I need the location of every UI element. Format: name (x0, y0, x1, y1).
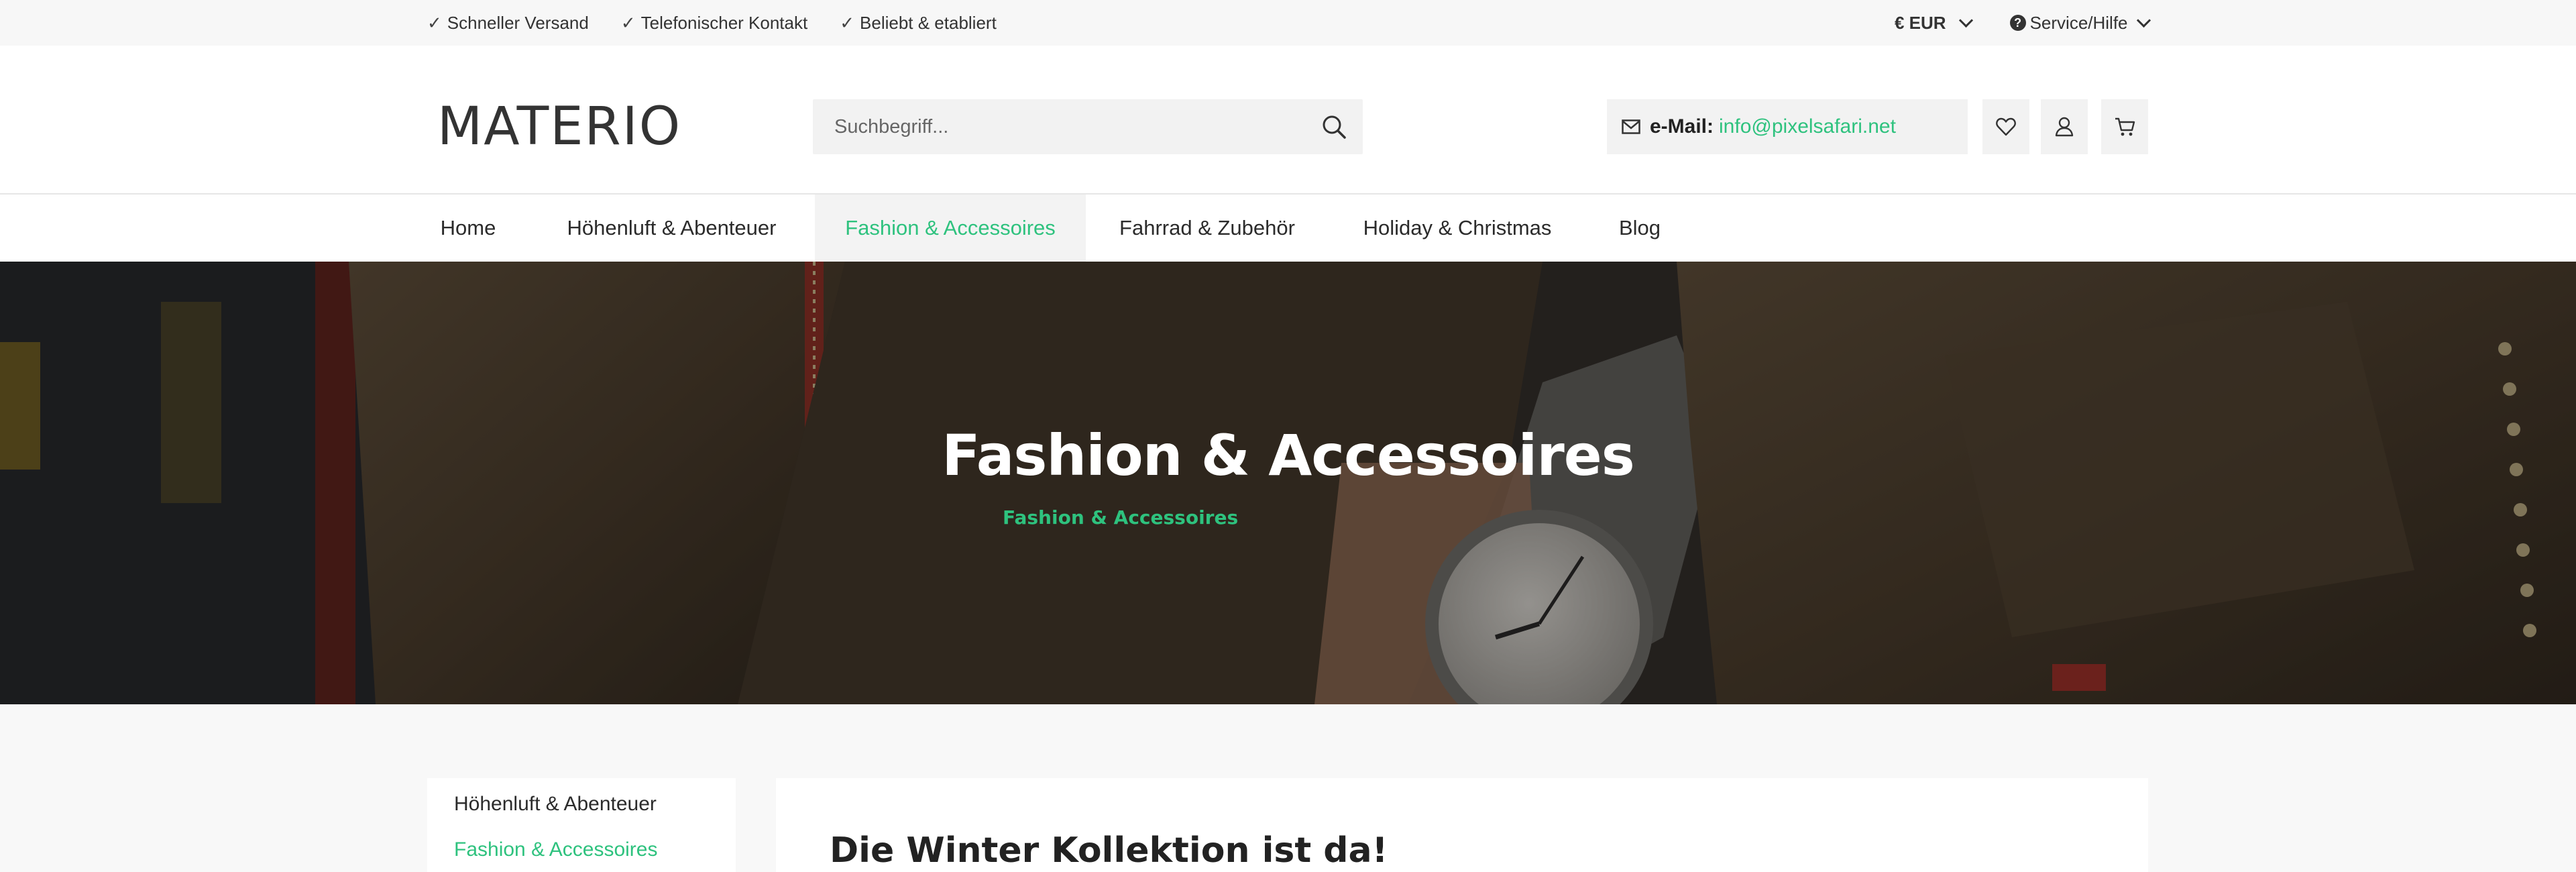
nav-item-hoehenluft[interactable]: Höhenluft & Abenteuer (543, 195, 801, 262)
email-contact[interactable]: e-Mail: info@pixelsafari.net (1607, 99, 1968, 154)
usp-item: ✓ Beliebt & etabliert (840, 13, 997, 34)
nav-item-fashion[interactable]: Fashion & Accessoires (815, 195, 1086, 262)
usp-label: Telefonischer Kontakt (640, 12, 808, 33)
usp-item: ✓ Schneller Versand (427, 13, 589, 34)
usp-item: ✓ Telefonischer Kontakt (621, 13, 807, 34)
service-label: Service/Hilfe (2029, 12, 2128, 33)
heart-icon (1996, 117, 2016, 136)
top-bar: ✓ Schneller Versand ✓ Telefonischer Kont… (0, 0, 2576, 46)
email-label: e-Mail: (1650, 115, 1714, 138)
question-icon: ? (2009, 15, 2026, 31)
wishlist-button[interactable] (1982, 99, 2029, 154)
check-icon: ✓ (620, 12, 636, 33)
check-icon: ✓ (840, 12, 855, 33)
logo[interactable]: MATERIO (437, 97, 681, 157)
user-icon (2055, 117, 2074, 137)
chevron-down-icon (2136, 13, 2151, 28)
search-input[interactable] (813, 99, 1324, 154)
cart-icon (2115, 117, 2135, 136)
envelope-icon (1622, 119, 1640, 134)
usp-label: Schneller Versand (447, 12, 589, 33)
nav-item-holiday[interactable]: Holiday & Christmas (1340, 195, 1575, 262)
content-heading: Die Winter Kollektion ist da! (830, 830, 1388, 871)
sidebar-item-fashion[interactable]: Fashion & Accessoires (454, 838, 657, 861)
currency-label: € EUR (1895, 12, 1946, 33)
nav-item-fahrrad[interactable]: Fahrrad & Zubehör (1100, 195, 1314, 262)
usp-list: ✓ Schneller Versand ✓ Telefonischer Kont… (427, 0, 1029, 46)
cart-button[interactable] (2101, 99, 2148, 154)
nav-item-blog[interactable]: Blog (1596, 195, 1683, 262)
category-sidebar: Höhenluft & Abenteuer Fashion & Accessoi… (427, 778, 736, 872)
account-button[interactable] (2041, 99, 2088, 154)
currency-selector[interactable]: € EUR (1895, 12, 1973, 34)
breadcrumb[interactable]: Fashion & Accessoires (1003, 506, 1238, 529)
search-bar (813, 99, 1363, 154)
usp-label: Beliebt & etabliert (860, 12, 997, 33)
chevron-down-icon (1958, 13, 1973, 28)
hero-title: Fashion & Accessoires (942, 423, 1634, 488)
sidebar-item-hoehenluft[interactable]: Höhenluft & Abenteuer (454, 793, 657, 816)
nav-item-home[interactable]: Home (427, 195, 509, 262)
service-menu[interactable]: ? Service/Hilfe (2009, 12, 2151, 34)
email-link[interactable]: info@pixelsafari.net (1719, 115, 1896, 138)
search-icon (1323, 115, 1346, 139)
check-icon: ✓ (427, 12, 442, 33)
content-card: Die Winter Kollektion ist da! (776, 778, 2148, 872)
main-nav: Home Höhenluft & Abenteuer Fashion & Acc… (0, 195, 2576, 262)
topbar-actions: € EUR ? Service/Hilfe (1895, 0, 2151, 46)
hero-banner: Fashion & Accessoires Fashion & Accessoi… (0, 262, 2576, 704)
site-header: MATERIO e-Mail: info@pixelsafari.net (0, 46, 2576, 195)
search-button[interactable] (1314, 107, 1353, 146)
